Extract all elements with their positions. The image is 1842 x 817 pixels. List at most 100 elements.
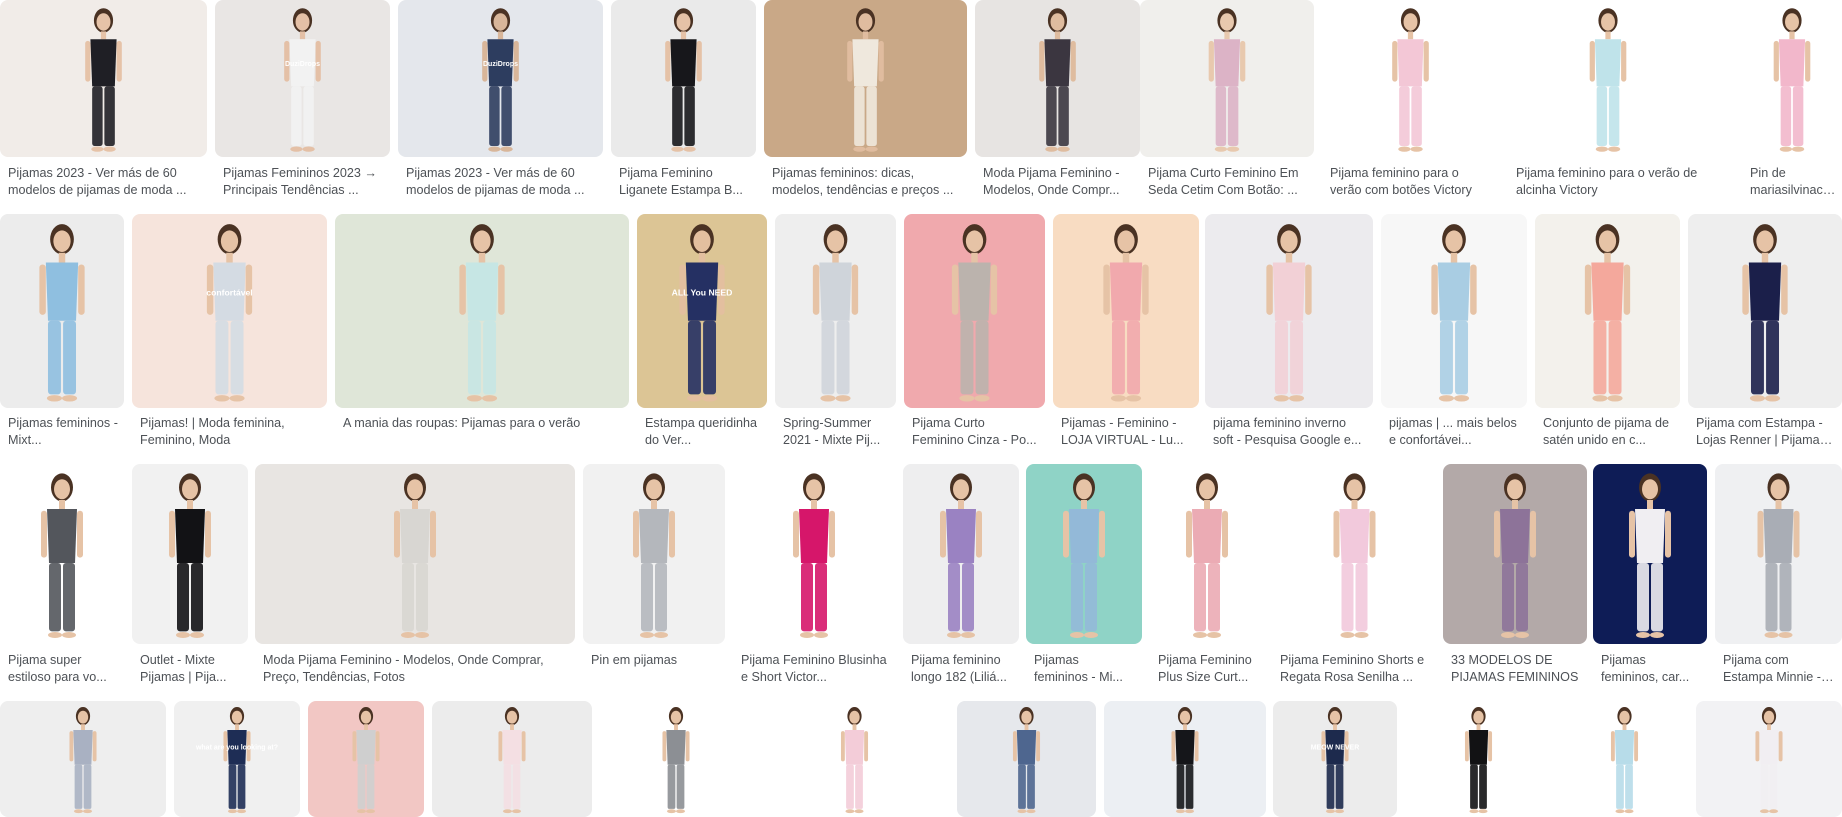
result-caption[interactable]: Pijamas femininos, car...	[1601, 652, 1701, 686]
result-thumbnail[interactable]	[1696, 701, 1842, 817]
image-result[interactable]: A mania das roupas: Pijamas para o verão	[335, 214, 629, 451]
image-result[interactable]	[957, 701, 1096, 817]
image-result[interactable]: Conjunto de pijama de satén unido en c..…	[1535, 214, 1680, 451]
image-result[interactable]: MEOW NEVER	[1273, 701, 1397, 817]
image-result[interactable]: Pijama feminino longo 182 (Liliá...	[903, 464, 1019, 688]
image-result[interactable]: Pijama Curto Feminino Cinza - Po...	[904, 214, 1045, 451]
result-caption[interactable]: Pijamas femininos - Mixt...	[8, 415, 118, 449]
result-caption[interactable]: Pijamas Femininos 2023 → Principais Tend…	[223, 165, 384, 199]
image-result[interactable]: Pijama feminino para o verão com botões …	[1322, 0, 1499, 201]
result-thumbnail[interactable]	[1322, 0, 1499, 157]
image-result[interactable]: Pijama Feminino Plus Size Curt...	[1150, 464, 1264, 688]
image-result[interactable]: pijama feminino inverno soft - Pesquisa …	[1205, 214, 1373, 451]
result-thumbnail[interactable]	[0, 0, 207, 157]
result-thumbnail[interactable]	[903, 464, 1019, 644]
image-result[interactable]: pijamas | ... mais belos e confortávei..…	[1381, 214, 1527, 451]
result-thumbnail[interactable]	[308, 701, 424, 817]
result-thumbnail[interactable]: what are you looking at?	[174, 701, 300, 817]
result-thumbnail[interactable]	[0, 464, 124, 644]
result-thumbnail[interactable]: DuziDrops	[215, 0, 390, 157]
result-caption[interactable]: Pin de mariasilvinach...	[1750, 165, 1836, 199]
image-result[interactable]: confortável Pijamas! | Moda feminina, Fem…	[132, 214, 327, 451]
result-caption[interactable]: A mania das roupas: Pijamas para o verão	[343, 415, 623, 432]
result-caption[interactable]: Spring-Summer 2021 - Mixte Pij...	[783, 415, 890, 449]
result-thumbnail[interactable]	[335, 214, 629, 408]
result-caption[interactable]: Pijamas 2023 - Ver más de 60 modelos de …	[406, 165, 597, 199]
result-caption[interactable]: Pijama Curto Feminino Em Seda Cetim Com …	[1148, 165, 1308, 199]
image-result[interactable]: Moda Pijama Feminino - Modelos, Onde Com…	[975, 0, 1140, 201]
result-thumbnail[interactable]	[132, 464, 248, 644]
result-thumbnail[interactable]	[1381, 214, 1527, 408]
result-thumbnail[interactable]	[760, 701, 949, 817]
result-caption[interactable]: Moda Pijama Feminino - Modelos, Onde Com…	[263, 652, 569, 686]
result-thumbnail[interactable]	[1561, 701, 1688, 817]
result-caption[interactable]: Pijamas - Feminino - LOJA VIRTUAL - Lu..…	[1061, 415, 1193, 449]
result-thumbnail[interactable]	[0, 701, 166, 817]
image-result[interactable]	[0, 701, 166, 817]
image-result[interactable]	[760, 701, 949, 817]
image-result[interactable]: Moda Pijama Feminino - Modelos, Onde Com…	[255, 464, 575, 688]
result-thumbnail[interactable]	[1715, 464, 1842, 644]
result-thumbnail[interactable]	[1150, 464, 1264, 644]
result-thumbnail[interactable]	[599, 701, 753, 817]
result-thumbnail[interactable]	[764, 0, 967, 157]
result-thumbnail[interactable]	[611, 0, 756, 157]
result-thumbnail[interactable]	[583, 464, 725, 644]
result-thumbnail[interactable]	[733, 464, 895, 644]
result-caption[interactable]: Pijama super estiloso para vo...	[8, 652, 118, 686]
result-thumbnail[interactable]	[1053, 214, 1199, 408]
image-result[interactable]: Pijamas femininos, car...	[1593, 464, 1707, 688]
result-thumbnail[interactable]: confortável	[132, 214, 327, 408]
result-caption[interactable]: Pijama feminino para o verão de alcinha …	[1516, 165, 1702, 199]
image-result[interactable]: ALL You NEED Estampa queridinha do Ver...	[637, 214, 767, 451]
image-result[interactable]	[599, 701, 753, 817]
result-thumbnail[interactable]	[1104, 701, 1266, 817]
result-thumbnail[interactable]	[957, 701, 1096, 817]
result-thumbnail[interactable]	[904, 214, 1045, 408]
image-result[interactable]: Pijamas 2023 - Ver más de 60 modelos de …	[0, 0, 207, 201]
result-caption[interactable]: Pijama Curto Feminino Cinza - Po...	[912, 415, 1039, 449]
image-result[interactable]: Pin em pijamas	[583, 464, 725, 688]
result-caption[interactable]: Conjunto de pijama de satén unido en c..…	[1543, 415, 1674, 449]
image-result[interactable]: Outlet - Mixte Pijamas | Pija...	[132, 464, 248, 688]
image-result[interactable]: DuziDrops Pijamas Femininos 2023 → Princi…	[215, 0, 390, 201]
result-caption[interactable]: Pijamas 2023 - Ver más de 60 modelos de …	[8, 165, 201, 199]
result-caption[interactable]: Outlet - Mixte Pijamas | Pija...	[140, 652, 242, 686]
result-caption[interactable]: 33 MODELOS DE PIJAMAS FEMININOS	[1451, 652, 1581, 686]
result-thumbnail[interactable]	[1405, 701, 1552, 817]
result-caption[interactable]: Moda Pijama Feminino - Modelos, Onde Com…	[983, 165, 1134, 199]
result-caption[interactable]: Pijama feminino para o verão com botões …	[1330, 165, 1493, 199]
image-result[interactable]	[1104, 701, 1266, 817]
result-thumbnail[interactable]	[1026, 464, 1142, 644]
image-result[interactable]: Pijama Feminino Blusinha e Short Victor.…	[733, 464, 895, 688]
result-thumbnail[interactable]: ALL You NEED	[637, 214, 767, 408]
result-thumbnail[interactable]	[1688, 214, 1842, 408]
image-result[interactable]: Spring-Summer 2021 - Mixte Pij...	[775, 214, 896, 451]
result-caption[interactable]: Pijamas femininos: dicas, modelos, tendê…	[772, 165, 961, 199]
result-thumbnail[interactable]	[1508, 0, 1708, 157]
result-thumbnail[interactable]	[1443, 464, 1587, 644]
image-result[interactable]: Pijama feminino para o verão de alcinha …	[1508, 0, 1708, 201]
image-result[interactable]: Pin de mariasilvinach...	[1742, 0, 1842, 201]
image-result[interactable]: Pijamas femininos - Mi...	[1026, 464, 1142, 688]
result-thumbnail[interactable]	[1205, 214, 1373, 408]
result-caption[interactable]: Pijama Feminino Liganete Estampa B...	[619, 165, 750, 199]
image-result[interactable]: Pijama Feminino Liganete Estampa B...	[611, 0, 756, 201]
result-caption[interactable]: pijamas | ... mais belos e confortávei..…	[1389, 415, 1521, 449]
result-caption[interactable]: Pijama Feminino Blusinha e Short Victor.…	[741, 652, 889, 686]
result-thumbnail[interactable]: MEOW NEVER	[1273, 701, 1397, 817]
image-result[interactable]	[1561, 701, 1688, 817]
image-result[interactable]	[432, 701, 592, 817]
image-result[interactable]: Pijamas femininos: dicas, modelos, tendê…	[764, 0, 967, 201]
image-result[interactable]	[1405, 701, 1552, 817]
result-caption[interactable]: Pin em pijamas	[591, 652, 719, 669]
image-result[interactable]: DuziDrops Pijamas 2023 - Ver más de 60 mo…	[398, 0, 603, 201]
result-thumbnail[interactable]	[775, 214, 896, 408]
result-caption[interactable]: Pijama Feminino Shorts e Regata Rosa Sen…	[1280, 652, 1431, 686]
result-thumbnail[interactable]	[1272, 464, 1437, 644]
result-caption[interactable]: Pijamas femininos - Mi...	[1034, 652, 1136, 686]
image-result[interactable]: Pijama Feminino Shorts e Regata Rosa Sen…	[1272, 464, 1437, 688]
result-thumbnail[interactable]	[1593, 464, 1707, 644]
image-result[interactable]: 33 MODELOS DE PIJAMAS FEMININOS	[1443, 464, 1587, 688]
image-result[interactable]: what are you looking at?	[174, 701, 300, 817]
